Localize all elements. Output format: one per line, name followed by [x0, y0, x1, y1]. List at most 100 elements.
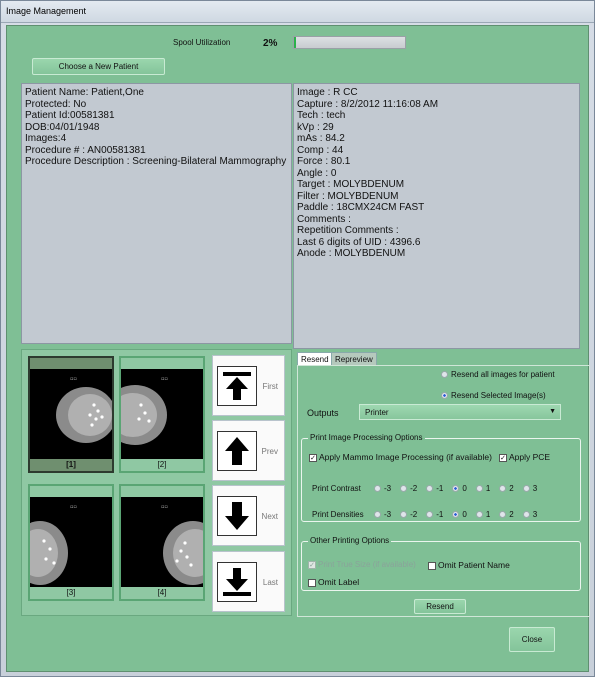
print-true-size-checkbox[interactable]: ✓ Print True Size (if available)	[308, 560, 416, 569]
outputs-value: Printer	[365, 408, 389, 417]
radio-button[interactable]	[426, 511, 434, 519]
omit-label-checkbox[interactable]: Omit Label	[308, 577, 359, 587]
client-area: Spool Utilization 2% Choose a New Patien…	[6, 25, 590, 672]
resend-selected-label: Resend Selected Image(s)	[451, 391, 546, 400]
apply-pce-checkbox[interactable]: ✓ Apply PCE	[499, 452, 550, 462]
radio-button[interactable]	[400, 485, 408, 493]
thumbnail-header	[121, 486, 203, 497]
outputs-dropdown[interactable]: Printer ▼	[359, 404, 561, 420]
checkbox[interactable]: ✓	[499, 453, 507, 462]
print-contrast-option-label: -1	[436, 484, 444, 493]
radio-button[interactable]	[499, 511, 507, 519]
omit-patient-name-checkbox[interactable]: Omit Patient Name	[428, 560, 510, 570]
tab-repreview[interactable]: Repreview	[331, 352, 377, 366]
apply-mammo-checkbox[interactable]: ✓ Apply Mammo Image Processing (if availa…	[309, 452, 492, 462]
checkbox[interactable]: ✓	[308, 560, 316, 569]
radio-button[interactable]	[441, 392, 448, 400]
print-contrast-label: Print Contrast	[312, 484, 361, 493]
radio-button[interactable]	[522, 485, 530, 493]
radio-button[interactable]	[475, 485, 483, 493]
arrow-up-icon	[217, 431, 257, 471]
print-contrast-option[interactable]: 2	[499, 484, 514, 493]
print-contrast-option[interactable]: 0	[452, 484, 467, 493]
thumbnail-4[interactable]: ▫▫ [4]	[119, 484, 205, 601]
print-contrast-option[interactable]: -3	[374, 484, 391, 493]
resend-selected-option[interactable]: Resend Selected Image(s)	[441, 391, 546, 400]
print-contrast-option-label: 2	[509, 484, 514, 493]
image-info-panel: Image : R CC Capture : 8/2/2012 11:16:08…	[293, 83, 580, 349]
print-densities-option-label: -3	[384, 510, 392, 519]
patient-dob: DOB:04/01/1948	[25, 121, 100, 133]
checkbox[interactable]	[308, 578, 316, 587]
radio-button[interactable]	[374, 485, 381, 493]
print-contrast-option[interactable]: -2	[400, 484, 417, 493]
thumbnail-caption: [3]	[30, 587, 112, 599]
radio-button[interactable]	[400, 511, 408, 519]
radio-button[interactable]	[452, 485, 460, 493]
radio-button[interactable]	[426, 485, 434, 493]
image-force: Force : 80.1	[297, 156, 351, 167]
radio-button[interactable]	[374, 511, 381, 519]
print-densities-option-label: 2	[509, 510, 514, 519]
print-densities-option[interactable]: 0	[452, 510, 467, 519]
image-target: Target : MOLYBDENUM	[297, 179, 405, 190]
image-management-window: Image Management Spool Utilization 2% Ch…	[0, 0, 595, 677]
image-filter: Filter : MOLYBDENUM	[297, 190, 399, 202]
arrow-down-bar-icon	[217, 562, 257, 602]
print-densities-option[interactable]: -3	[374, 510, 391, 519]
image-kvp: kVp : 29	[297, 121, 334, 133]
next-button[interactable]: Next	[212, 485, 285, 546]
radio-button[interactable]	[441, 371, 448, 379]
image-comp: Comp : 44	[297, 144, 344, 156]
next-label: Next	[261, 512, 278, 521]
mammo-image-4: ▫▫	[161, 504, 203, 585]
resend-all-option[interactable]: Resend all images for patient	[441, 370, 555, 379]
image-tech: Tech : tech	[297, 110, 346, 121]
print-contrast-option[interactable]: 3	[522, 484, 537, 493]
omit-label-label: Omit Label	[318, 577, 360, 587]
print-contrast-option-label: -2	[410, 484, 418, 493]
procedure-number: Procedure # : AN00581381	[25, 144, 146, 156]
checkbox[interactable]: ✓	[309, 453, 317, 462]
apply-mammo-label: Apply Mammo Image Processing (if availab…	[319, 452, 492, 462]
checkbox[interactable]	[428, 561, 436, 570]
print-contrast-option[interactable]: -1	[426, 484, 443, 493]
close-button[interactable]: Close	[509, 627, 555, 652]
radio-button[interactable]	[452, 511, 460, 519]
radio-button[interactable]	[522, 511, 530, 519]
outputs-label: Outputs	[307, 408, 339, 418]
svg-text:▫▫: ▫▫	[70, 504, 77, 510]
mammo-image-2: ▫▫	[121, 376, 168, 445]
thumbnail-2[interactable]: ▫▫ [2]	[119, 356, 205, 473]
chevron-down-icon: ▼	[549, 408, 556, 415]
print-densities-option[interactable]: 2	[499, 510, 514, 519]
radio-button[interactable]	[475, 511, 483, 519]
radio-button[interactable]	[499, 485, 507, 493]
patient-id: Patient Id:00581381	[25, 110, 115, 121]
first-label: First	[262, 382, 278, 391]
patient-protected: Protected: No	[25, 98, 87, 110]
thumbnail-caption: [1]	[30, 459, 112, 471]
thumbnail-3[interactable]: ▫▫ [3]	[28, 484, 114, 601]
choose-new-patient-button[interactable]: Choose a New Patient	[32, 58, 165, 75]
print-densities-option[interactable]: 3	[522, 510, 537, 519]
apply-pce-label: Apply PCE	[509, 452, 551, 462]
prev-button[interactable]: Prev	[212, 420, 285, 481]
patient-info-panel: Patient Name: Patient,One Protected: No …	[21, 83, 292, 344]
print-contrast-option-label: -3	[384, 484, 392, 493]
resend-button[interactable]: Resend	[414, 599, 466, 614]
print-densities-option[interactable]: -2	[400, 510, 417, 519]
print-image-processing-title: Print Image Processing Options	[308, 433, 425, 442]
mammo-image-1: ▫▫	[56, 376, 112, 443]
title-bar: Image Management	[1, 1, 594, 23]
print-densities-option[interactable]: 1	[475, 510, 491, 519]
print-contrast-option[interactable]: 1	[475, 484, 490, 493]
thumbnail-1[interactable]: ▫▫ [1]	[28, 356, 114, 473]
tab-resend[interactable]: Resend	[297, 352, 333, 366]
print-densities-option-label: 1	[485, 510, 491, 519]
thumbnail-header	[30, 486, 112, 497]
image-angle: Angle : 0	[297, 167, 337, 179]
first-button[interactable]: First	[212, 355, 285, 416]
print-densities-option[interactable]: -1	[426, 510, 443, 519]
last-button[interactable]: Last	[212, 551, 285, 612]
